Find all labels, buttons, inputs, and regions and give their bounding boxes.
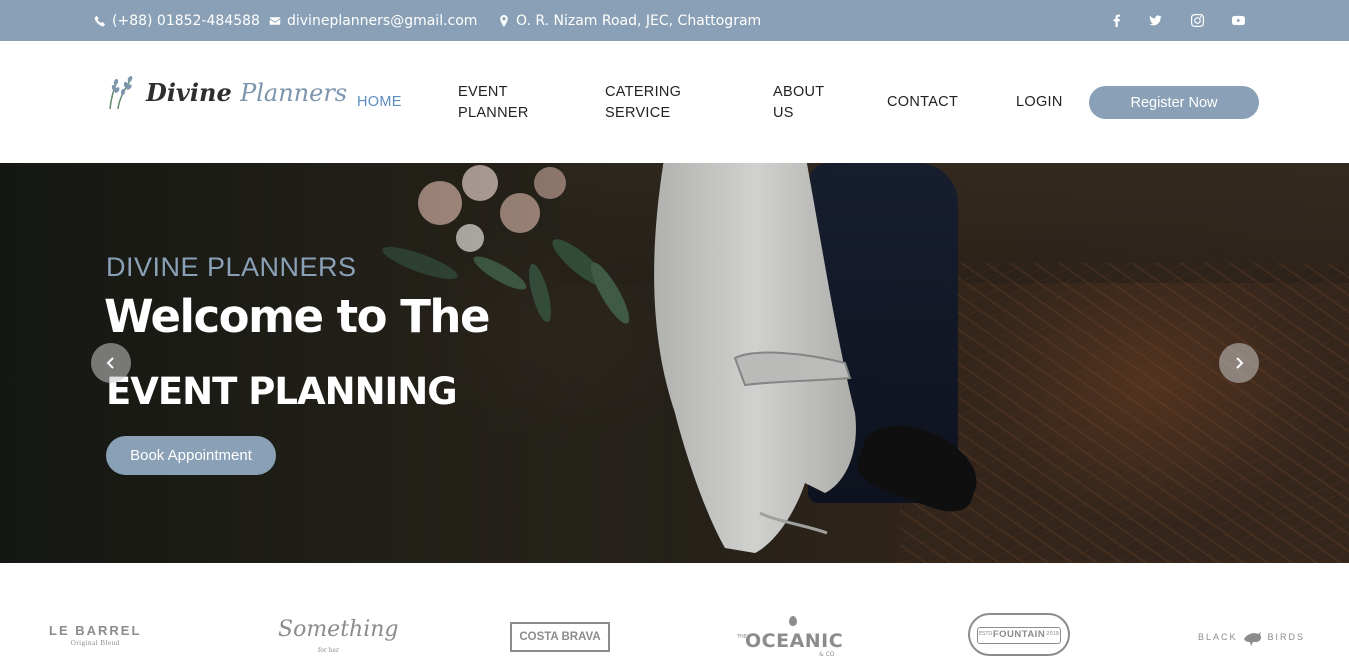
- book-appointment-button[interactable]: Book Appointment: [106, 436, 276, 475]
- address-text: O. R. Nizam Road, JEC, Chattogram: [516, 12, 762, 29]
- brand-le-barrel-name: LE BARREL: [49, 623, 142, 638]
- brand-something-sub: for her: [318, 647, 339, 654]
- brand-fountain: ESTD FOUNTAIN 2019: [968, 613, 1070, 656]
- nav-login[interactable]: LOGIN: [1016, 92, 1063, 113]
- site-header: Divine Planners HOME EVENT PLANNER CATER…: [0, 41, 1349, 163]
- bird-icon: [1243, 632, 1261, 646]
- site-logo[interactable]: Divine Planners: [104, 73, 347, 111]
- twitter-link[interactable]: [1143, 0, 1167, 41]
- hero-title-line-2: EVENT PLANNING: [106, 370, 458, 413]
- twitter-icon: [1148, 15, 1162, 26]
- hero-title-line-1: Welcome to The: [104, 290, 491, 343]
- phone-contact[interactable]: (+88) 01852-484588: [94, 0, 260, 41]
- chevron-right-icon: [1236, 357, 1244, 369]
- hero-slider: DIVINE PLANNERS Welcome to The EVENT PLA…: [0, 163, 1349, 563]
- logo-wordmark: Divine Planners: [146, 78, 347, 107]
- phone-text: (+88) 01852-484588: [112, 12, 260, 29]
- slider-prev-button[interactable]: [91, 343, 131, 383]
- brand-fountain-left: ESTD: [979, 631, 993, 637]
- brand-oceanic-sub: & CO: [819, 651, 835, 658]
- brand-black-birds-right: BIRDS: [1267, 632, 1306, 642]
- brand-costa-brava: COSTA BRAVA: [510, 622, 610, 652]
- map-pin-icon: [500, 14, 508, 27]
- envelope-icon: [269, 16, 281, 25]
- logo-word-2: Planners: [240, 78, 348, 107]
- facebook-link[interactable]: [1104, 0, 1128, 41]
- register-now-button[interactable]: Register Now: [1089, 86, 1259, 119]
- nav-catering-service[interactable]: CATERING SERVICE: [605, 82, 695, 124]
- brand-fountain-right: 2019: [1046, 631, 1059, 637]
- lavender-sprig-icon: [109, 76, 133, 110]
- nav-about-us[interactable]: ABOUT US: [773, 82, 833, 124]
- brand-fountain-name: FOUNTAIN: [992, 629, 1046, 640]
- nav-event-planner[interactable]: EVENT PLANNER: [458, 82, 538, 124]
- partner-brands-strip: LE BARREL Original Blend Something for h…: [0, 563, 1349, 658]
- facebook-icon: [1113, 14, 1120, 27]
- logo-word-1: Divine: [146, 77, 232, 107]
- instagram-link[interactable]: [1185, 0, 1209, 41]
- hero-overlay: [0, 163, 1349, 563]
- nav-home[interactable]: HOME: [357, 92, 402, 113]
- nav-contact[interactable]: CONTACT: [887, 92, 958, 113]
- brand-something: Something for her: [278, 617, 399, 654]
- brand-black-birds: BLACK BIRDS: [1198, 627, 1305, 647]
- youtube-icon: [1231, 15, 1245, 26]
- email-text: divineplanners@gmail.com: [287, 12, 478, 29]
- hero-subtitle: DIVINE PLANNERS: [106, 252, 357, 282]
- brand-oceanic-name: OCEANIC: [745, 630, 844, 652]
- slider-next-button[interactable]: [1219, 343, 1259, 383]
- youtube-link[interactable]: [1226, 0, 1250, 41]
- address-contact: O. R. Nizam Road, JEC, Chattogram: [498, 0, 761, 41]
- instagram-icon: [1190, 14, 1204, 27]
- chevron-left-icon: [106, 357, 114, 369]
- brand-something-name: Something: [278, 617, 399, 642]
- brand-le-barrel: LE BARREL Original Blend: [49, 623, 141, 647]
- brand-costa-brava-name: COSTA BRAVA: [519, 631, 601, 643]
- brand-le-barrel-sub: Original Blend: [70, 639, 120, 647]
- brand-black-birds-left: BLACK: [1198, 632, 1238, 642]
- top-contact-bar: (+88) 01852-484588 divineplanners@gmail.…: [0, 0, 1349, 41]
- phone-icon: [94, 15, 105, 26]
- water-drop-icon: [789, 616, 797, 626]
- email-contact[interactable]: divineplanners@gmail.com: [269, 0, 477, 41]
